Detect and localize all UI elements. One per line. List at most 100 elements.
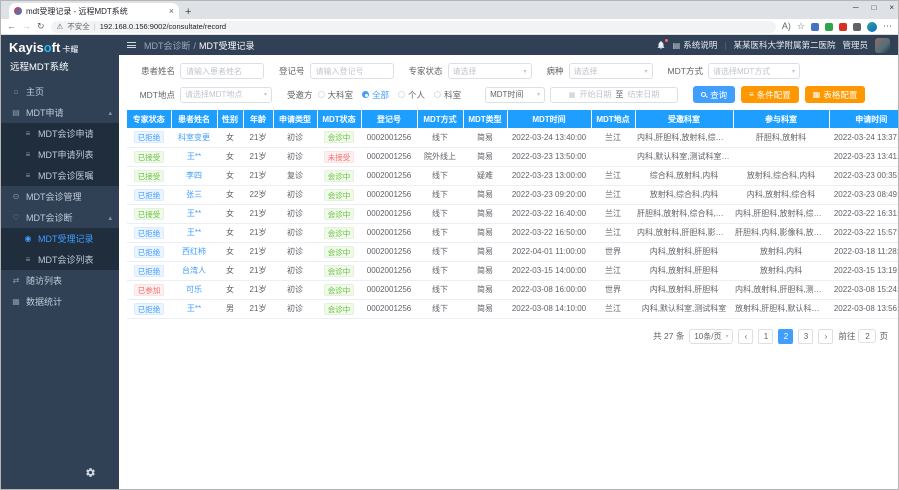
patient-name-link[interactable]: 台湾人 [182, 266, 206, 275]
window-close-button[interactable]: × [889, 3, 894, 12]
topbar: MDT会诊断/MDT受理记录 ▤ 系统说明 | 某某医科大学附属第二医院 管理员 [119, 35, 898, 55]
radio-label: 科室 [444, 89, 461, 101]
sidebar-item-mdt-diagnosis[interactable]: ♡MDT会诊断▴ [1, 207, 119, 228]
logo-accent: o [44, 40, 52, 55]
mdt-mode-select[interactable]: 请选择MDT方式▾ [708, 63, 800, 79]
read-aloud-icon[interactable]: A) [782, 22, 791, 31]
system-help-label: 系统说明 [683, 39, 717, 51]
patient-name-link[interactable]: 李四 [186, 171, 202, 180]
disease-select[interactable]: 请选择▾ [569, 63, 653, 79]
page-button-3[interactable]: 3 [798, 329, 813, 344]
search-button[interactable]: 查询 [693, 86, 735, 103]
window-minimize-button[interactable]: ─ [853, 3, 859, 12]
goto-page-input[interactable] [858, 329, 876, 343]
system-help-link[interactable]: ▤ 系统说明 [673, 39, 718, 51]
cell-invited: 内科,默认科室,测试科室,放射科 [635, 147, 733, 166]
reg-no-input[interactable] [310, 63, 394, 79]
extension-icon[interactable] [825, 23, 833, 31]
tab-close-icon[interactable]: × [169, 6, 174, 16]
condition-config-button[interactable]: ≡条件配置 [741, 86, 799, 103]
patient-name-link[interactable]: 张三 [186, 190, 202, 199]
goto-unit: 页 [879, 330, 888, 342]
cell-apply-type: 初诊 [273, 280, 317, 299]
sidebar-item-label: MDT会诊管理 [26, 190, 82, 203]
extension-icon[interactable] [839, 23, 847, 31]
mdt-time-range-picker[interactable]: ▦ 开始日期 至 结束日期 [550, 87, 678, 103]
next-page-button[interactable]: › [818, 329, 833, 344]
table-config-icon: ▦ [813, 91, 821, 99]
column-header: 专家状态 [127, 110, 171, 128]
patient-name-link[interactable]: 王** [187, 228, 201, 237]
cell-mdt-status: 会诊中 [317, 223, 361, 242]
column-header: MDT时间 [507, 110, 591, 128]
sidebar-item-label: MDT会诊申请 [38, 127, 94, 140]
sidebar-item-mdt-consult-apply[interactable]: ≡MDT会诊申请 [1, 123, 119, 144]
table-config-button[interactable]: ▦表格配置 [805, 86, 866, 103]
browser-menu-icon[interactable]: ⋯ [883, 22, 892, 31]
favorites-star-icon[interactable]: ☆ [797, 22, 805, 31]
chevron-down-icon: ▾ [264, 91, 267, 98]
cell-mdt-status: 会诊中 [317, 261, 361, 280]
invitee-radio-1[interactable]: 全部 [362, 89, 389, 101]
cell-expert-status: 已拒绝 [127, 185, 171, 204]
sidebar-item-mdt-consult-manage[interactable]: ⊙MDT会诊管理 [1, 186, 119, 207]
extension-icon[interactable] [853, 23, 861, 31]
invitee-radio-3[interactable]: 科室 [434, 89, 461, 101]
patient-name-link[interactable]: 可乐 [186, 285, 202, 294]
chevron-down-icon: ▾ [725, 333, 728, 340]
cell-mode: 线下 [417, 185, 463, 204]
address-bar[interactable]: ⚠ 不安全 | 192.168.0.156:9002/consultate/re… [51, 21, 776, 33]
sidebar-item-mdt-consult-orders[interactable]: ≡MDT会诊医嘱 [1, 165, 119, 186]
notification-bell-icon[interactable] [656, 40, 666, 50]
refresh-button[interactable]: ↻ [37, 22, 45, 31]
mdt-place-select[interactable]: 请选择MDT地点▾ [180, 87, 272, 103]
window-maximize-button[interactable]: □ [871, 3, 876, 12]
browser-tab[interactable]: mdt受理记录 - 远程MDT系统 × [9, 3, 179, 19]
patient-name-link[interactable]: 科室变更 [178, 133, 210, 142]
sidebar-item-statistics[interactable]: ▦数据统计 [1, 291, 119, 312]
mdt-status-badge: 会诊中 [324, 208, 355, 220]
chevron-down-icon: ▾ [524, 68, 527, 75]
date-start-placeholder: 开始日期 [579, 89, 611, 100]
page-button-2[interactable]: 2 [778, 329, 793, 344]
sidebar-item-mdt-consult-list[interactable]: ≡MDT会诊列表 [1, 249, 119, 270]
sidebar-item-mdt-apply[interactable]: ▤MDT申请▴ [1, 102, 119, 123]
heart-icon: ♡ [11, 213, 21, 222]
patient-name-link[interactable]: 王** [187, 304, 201, 313]
cell-joined: 肝胆科,内科,影像科,放射科 [733, 223, 829, 242]
invitee-radio-0[interactable]: 大科室 [318, 89, 354, 101]
browser-window: mdt受理记录 - 远程MDT系统 × + ─ □ × ← → ↻ ⚠ 不安全 … [0, 0, 899, 490]
invitee-radio-2[interactable]: 个人 [398, 89, 425, 101]
sidebar-item-followup-list[interactable]: ⇄随访列表 [1, 270, 119, 291]
prev-page-button[interactable]: ‹ [738, 329, 753, 344]
cell-invited: 综合科,放射科,内科 [635, 166, 733, 185]
mdt-time-select[interactable]: MDT时间▾ [485, 87, 545, 103]
mdt-status-badge: 未接受 [324, 151, 355, 163]
settings-gear-icon[interactable] [85, 465, 96, 483]
sidebar-item-mdt-accept-records[interactable]: ◉MDT受理记录 [1, 228, 119, 249]
patient-name-link[interactable]: 王** [187, 209, 201, 218]
patient-name-input[interactable] [180, 63, 264, 79]
sidebar-item-mdt-apply-list[interactable]: ≡MDT申请列表 [1, 144, 119, 165]
column-header: MDT类型 [463, 110, 507, 128]
page-size-select[interactable]: 10条/页▾ [689, 329, 733, 344]
new-tab-button[interactable]: + [185, 6, 191, 18]
expert-status-select[interactable]: 请选择▾ [448, 63, 532, 79]
browser-profile-avatar[interactable] [867, 22, 877, 32]
back-button[interactable]: ← [7, 22, 16, 31]
cell-invited: 内科,放射科,肝胆科 [635, 261, 733, 280]
cell-expert-status: 已接受 [127, 166, 171, 185]
sidebar-item-label: MDT会诊断 [26, 211, 73, 224]
hamburger-menu-icon[interactable] [127, 41, 136, 50]
cell-invited: 内科,肝胆科,放射科,综合科 [635, 128, 733, 147]
page-button-1[interactable]: 1 [758, 329, 773, 344]
cell-name: 王** [171, 223, 217, 242]
cell-mdt-time: 2022-03-15 14:00:00 [507, 261, 591, 280]
forward-button[interactable]: → [22, 22, 31, 31]
extension-icon[interactable] [811, 23, 819, 31]
patient-name-link[interactable]: 西红柿 [182, 247, 206, 256]
sidebar-item-home[interactable]: ⌂主页 [1, 81, 119, 102]
cell-apply-type: 初诊 [273, 242, 317, 261]
patient-name-link[interactable]: 王** [187, 152, 201, 161]
user-avatar[interactable] [875, 38, 890, 53]
